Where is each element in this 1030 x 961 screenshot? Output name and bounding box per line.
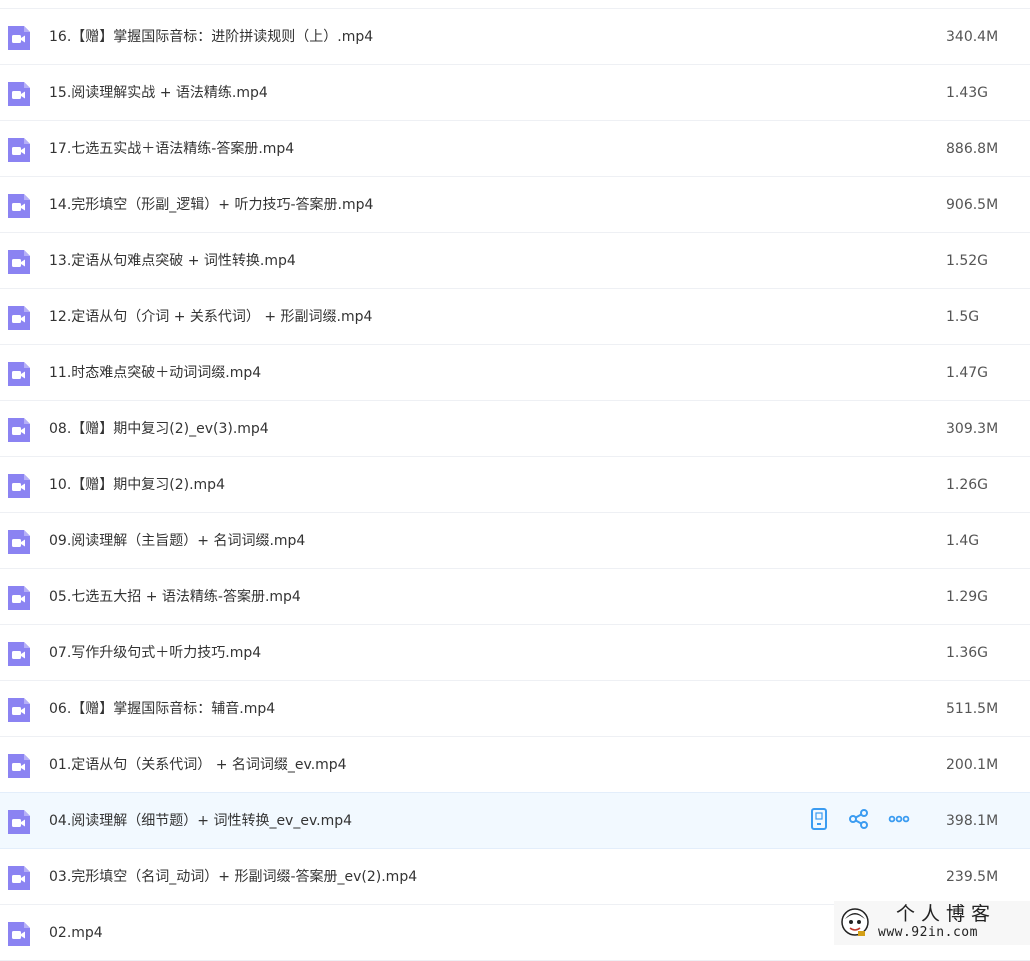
video-file-icon: [8, 922, 30, 946]
video-file-icon: [8, 194, 30, 218]
more-icon[interactable]: [888, 808, 910, 830]
file-name[interactable]: 02.mp4: [49, 924, 103, 942]
phone-icon[interactable]: [808, 808, 830, 830]
watermark-url: www.92in.com: [878, 925, 978, 940]
watermark-title: 个人博客: [896, 903, 997, 925]
file-size: 1.5G: [946, 309, 980, 325]
file-size: 309.3M: [946, 421, 999, 437]
file-row[interactable]: 14.完形填空（形副_逻辑）+ 听力技巧-答案册.mp4 906.5M: [0, 177, 1030, 233]
avatar-logo-icon: [841, 908, 869, 936]
file-row[interactable]: 07.写作升级句式＋听力技巧.mp4 1.36G: [0, 625, 1030, 681]
file-name[interactable]: 10.【赠】期中复习(2).mp4: [49, 476, 225, 494]
video-file-icon: [8, 698, 30, 722]
file-size: 906.5M: [946, 197, 999, 213]
video-file-icon: [8, 754, 30, 778]
file-name[interactable]: 01.定语从句（关系代词） + 名词词缀_ev.mp4: [49, 756, 347, 774]
file-size: 239.5M: [946, 869, 999, 885]
file-name[interactable]: 04.阅读理解（细节题）+ 词性转换_ev_ev.mp4: [49, 812, 352, 830]
file-name[interactable]: 14.完形填空（形副_逻辑）+ 听力技巧-答案册.mp4: [49, 196, 373, 214]
file-name[interactable]: 05.七选五大招 + 语法精练-答案册.mp4: [49, 588, 301, 606]
file-name[interactable]: 13.定语从句难点突破 + 词性转换.mp4: [49, 252, 296, 270]
list-top-divider: [0, 0, 1030, 9]
file-size: 340.4M: [946, 29, 999, 45]
file-row[interactable]: 08.【赠】期中复习(2)_ev(3).mp4 309.3M: [0, 401, 1030, 457]
file-row[interactable]: 06.【赠】掌握国际音标：辅音.mp4 511.5M: [0, 681, 1030, 737]
file-name[interactable]: 09.阅读理解（主旨题）+ 名词词缀.mp4: [49, 532, 305, 550]
file-name[interactable]: 08.【赠】期中复习(2)_ev(3).mp4: [49, 420, 269, 438]
file-name[interactable]: 16.【赠】掌握国际音标：进阶拼读规则（上）.mp4: [49, 28, 373, 46]
file-row[interactable]: 10.【赠】期中复习(2).mp4 1.26G: [0, 457, 1030, 513]
file-row[interactable]: 04.阅读理解（细节题）+ 词性转换_ev_ev.mp4 398.1M: [0, 792, 1030, 849]
file-name[interactable]: 17.七选五实战＋语法精练-答案册.mp4: [49, 140, 294, 158]
video-file-icon: [8, 810, 30, 834]
file-row[interactable]: 15.阅读理解实战 + 语法精练.mp4 1.43G: [0, 65, 1030, 121]
file-row[interactable]: 03.完形填空（名词_动词）+ 形副词缀-答案册_ev(2).mp4 239.5M: [0, 849, 1030, 905]
video-file-icon: [8, 138, 30, 162]
file-size: 1.4G: [946, 533, 980, 549]
video-file-icon: [8, 250, 30, 274]
file-size: 1.26G: [946, 477, 989, 493]
video-file-icon: [8, 530, 30, 554]
file-size: 200.1M: [946, 757, 999, 773]
file-name[interactable]: 11.时态难点突破＋动词词缀.mp4: [49, 364, 261, 382]
video-file-icon: [8, 418, 30, 442]
video-file-icon: [8, 642, 30, 666]
file-name[interactable]: 03.完形填空（名词_动词）+ 形副词缀-答案册_ev(2).mp4: [49, 868, 417, 886]
file-size: 1.43G: [946, 85, 989, 101]
video-file-icon: [8, 26, 30, 50]
file-row[interactable]: 16.【赠】掌握国际音标：进阶拼读规则（上）.mp4 340.4M: [0, 9, 1030, 65]
file-row[interactable]: 12.定语从句（介词 + 关系代词） + 形副词缀.mp4 1.5G: [0, 289, 1030, 345]
file-size: 1.52G: [946, 253, 989, 269]
file-row[interactable]: 09.阅读理解（主旨题）+ 名词词缀.mp4 1.4G: [0, 513, 1030, 569]
file-size: 398.1M: [946, 813, 999, 829]
video-file-icon: [8, 586, 30, 610]
video-file-icon: [8, 82, 30, 106]
file-name[interactable]: 07.写作升级句式＋听力技巧.mp4: [49, 644, 261, 662]
video-file-icon: [8, 474, 30, 498]
file-name[interactable]: 06.【赠】掌握国际音标：辅音.mp4: [49, 700, 275, 718]
file-name[interactable]: 12.定语从句（介词 + 关系代词） + 形副词缀.mp4: [49, 308, 372, 326]
file-size: 1.36G: [946, 645, 989, 661]
file-row[interactable]: 17.七选五实战＋语法精练-答案册.mp4 886.8M: [0, 121, 1030, 177]
file-row[interactable]: 01.定语从句（关系代词） + 名词词缀_ev.mp4 200.1M: [0, 737, 1030, 793]
file-size: 886.8M: [946, 141, 999, 157]
video-file-icon: [8, 866, 30, 890]
video-file-icon: [8, 362, 30, 386]
video-file-icon: [8, 306, 30, 330]
file-row[interactable]: 11.时态难点突破＋动词词缀.mp4 1.47G: [0, 345, 1030, 401]
file-row[interactable]: 13.定语从句难点突破 + 词性转换.mp4 1.52G: [0, 233, 1030, 289]
file-name[interactable]: 15.阅读理解实战 + 语法精练.mp4: [49, 84, 268, 102]
file-size: 511.5M: [946, 701, 999, 717]
file-list: 16.【赠】掌握国际音标：进阶拼读规则（上）.mp4 340.4M 15.阅读理解实…: [0, 9, 1030, 961]
file-size: 1.29G: [946, 589, 989, 605]
file-size: 1.47G: [946, 365, 989, 381]
row-actions: [808, 808, 910, 830]
file-row[interactable]: 05.七选五大招 + 语法精练-答案册.mp4 1.29G: [0, 569, 1030, 625]
watermark: 个人博客 www.92in.com: [834, 901, 1030, 945]
share-icon[interactable]: [848, 808, 870, 830]
